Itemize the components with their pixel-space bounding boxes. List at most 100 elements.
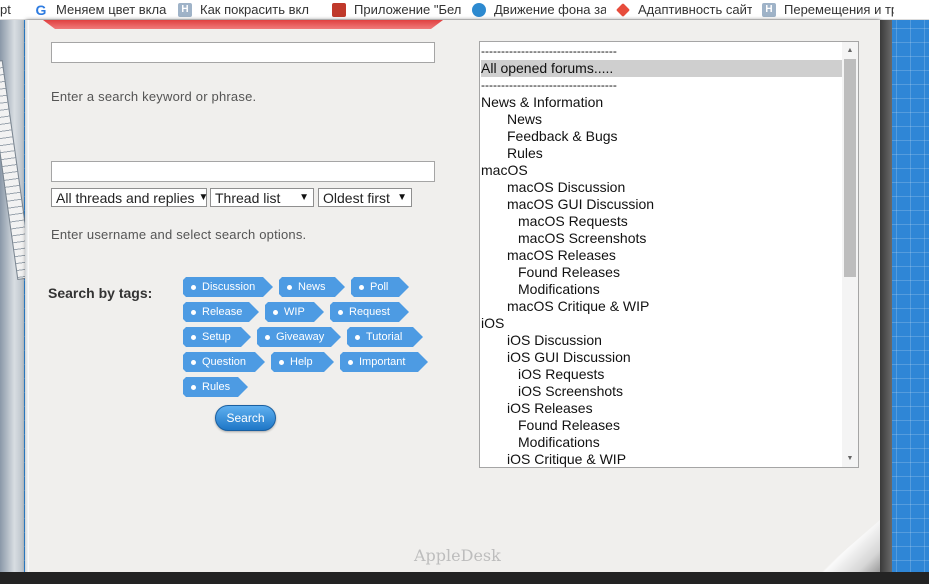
forum-option[interactable]: iOS Releases [481,400,842,417]
page-bottom-bar [0,572,929,584]
tag-help[interactable]: Help [271,352,334,372]
tag-important[interactable]: Important [340,352,428,372]
forum-option[interactable]: News & Information [481,94,842,111]
tag-label: WIP [284,306,305,318]
forum-option[interactable]: macOS GUI Discussion [481,196,842,213]
tag-label: Setup [202,331,231,343]
tag-release[interactable]: Release [183,302,259,322]
forum-option[interactable]: Modifications [481,434,842,451]
tag-label: Important [359,356,406,368]
keyword-input[interactable] [51,42,435,63]
bullet-icon [287,285,292,290]
forum-option[interactable]: Modifications [481,281,842,298]
display-select-value: Thread list [215,189,281,206]
forum-option[interactable]: macOS [481,162,842,179]
left-decoration [0,20,34,584]
bullet-icon [359,285,364,290]
forum-option[interactable]: iOS [481,315,842,332]
forum-option[interactable]: macOS Screenshots [481,230,842,247]
app-icon [332,2,346,17]
bullet-icon [191,310,196,315]
scope-select-value: All threads and replies [56,189,195,206]
tag-poll[interactable]: Poll [351,277,409,297]
list-separator: ---------------------------------- [481,78,617,92]
tag-label: Poll [370,281,389,293]
order-select-value: Oldest first [323,189,390,206]
dropdown-arrow-icon: ▼ [198,192,209,203]
google-icon: G [35,1,47,18]
display-select[interactable]: Thread list ▼ [210,188,314,207]
tag-label: Release [202,306,243,318]
tag-label: Question [202,356,247,368]
bullet-icon [191,385,196,390]
order-select[interactable]: Oldest first ▼ [318,188,412,207]
tag-question[interactable]: Question [183,352,265,372]
username-input[interactable] [51,161,435,182]
bullet-icon [355,335,360,340]
bullet-icon [191,285,196,290]
bookmark-item[interactable]: H Как покрасить вкл [178,0,332,19]
bookmark-item[interactable]: Адаптивность сайт [616,0,762,19]
search-button[interactable]: Search [215,405,276,431]
tag-tutorial[interactable]: Tutorial [347,327,423,347]
scroll-up-arrow-icon[interactable]: ▲ [842,42,858,59]
dropdown-arrow-icon: ▼ [397,192,407,203]
bookmark-label: pt [0,2,11,17]
tag-rules[interactable]: Rules [183,377,248,397]
scroll-down-arrow-icon[interactable]: ▼ [842,450,858,467]
bookmark-item[interactable]: G Меняем цвет вкла [34,0,178,19]
bookmark-label: Адаптивность сайт [638,2,752,17]
footer-logo: AppleDesk [414,546,501,565]
tag-label: Tutorial [366,331,403,343]
bookmark-label: Как покрасить вкл [200,2,309,17]
paper-shadow [880,20,892,584]
bookmark-item[interactable]: pt [0,0,24,19]
tag-giveaway[interactable]: Giveaway [257,327,341,347]
tag-label: Rules [202,381,231,393]
tag-discussion[interactable]: Discussion [183,277,273,297]
forum-option[interactable]: iOS Discussion [481,332,842,349]
site-h-icon: H [762,2,776,17]
forum-listbox[interactable]: ---------------------------------- All op… [479,41,859,468]
bullet-icon [191,335,196,340]
scrollbar-thumb[interactable] [844,59,856,277]
tag-label: Giveaway [276,331,325,343]
list-separator: ---------------------------------- [481,44,617,58]
forum-option[interactable]: News [481,111,842,128]
bookmark-label: Движение фона за [494,2,606,17]
forum-option[interactable]: macOS Critique & WIP [481,298,842,315]
bookmark-label: Приложение "Бель [354,2,462,17]
bullet-icon [265,335,270,340]
forum-option[interactable]: iOS Requests [481,366,842,383]
tag-wip[interactable]: WIP [265,302,324,322]
scope-select[interactable]: All threads and replies ▼ [51,188,209,207]
scrollbar[interactable]: ▲ ▼ [842,42,858,467]
forum-option[interactable]: Feedback & Bugs [481,128,842,145]
tag-news[interactable]: News [279,277,345,297]
paper-edge [25,20,29,572]
bookmark-item[interactable]: Приложение "Бель [332,0,472,19]
forum-option[interactable]: macOS Releases [481,247,842,264]
bookmark-item[interactable]: Движение фона за [472,0,616,19]
bookmark-label: Перемещения и тр [784,2,894,17]
tag-request[interactable]: Request [330,302,409,322]
forum-option[interactable]: macOS Discussion [481,179,842,196]
bookmark-item[interactable]: H Перемещения и тр [762,0,904,19]
tag-label: Request [349,306,390,318]
username-hint: Enter username and select search options… [51,227,307,242]
forum-option[interactable]: Rules [481,145,842,162]
forum-option[interactable]: All opened forums..... [481,60,842,77]
bookmarks-bar: pt G Меняем цвет вкла H Как покрасить вкл … [0,0,929,20]
forum-option[interactable]: iOS Critique & WIP [481,451,842,467]
forum-option[interactable]: iOS GUI Discussion [481,349,842,366]
forum-option[interactable]: iOS Screenshots [481,383,842,400]
forum-option[interactable]: Found Releases [481,264,842,281]
forum-list-items: ---------------------------------- All op… [481,43,842,467]
red-ribbon [43,20,443,29]
bullet-icon [338,310,343,315]
forum-option[interactable]: macOS Requests [481,213,842,230]
tag-label: News [298,281,326,293]
tag-setup[interactable]: Setup [183,327,251,347]
forum-option[interactable]: Found Releases [481,417,842,434]
bookmark-label: Меняем цвет вкла [56,2,167,17]
